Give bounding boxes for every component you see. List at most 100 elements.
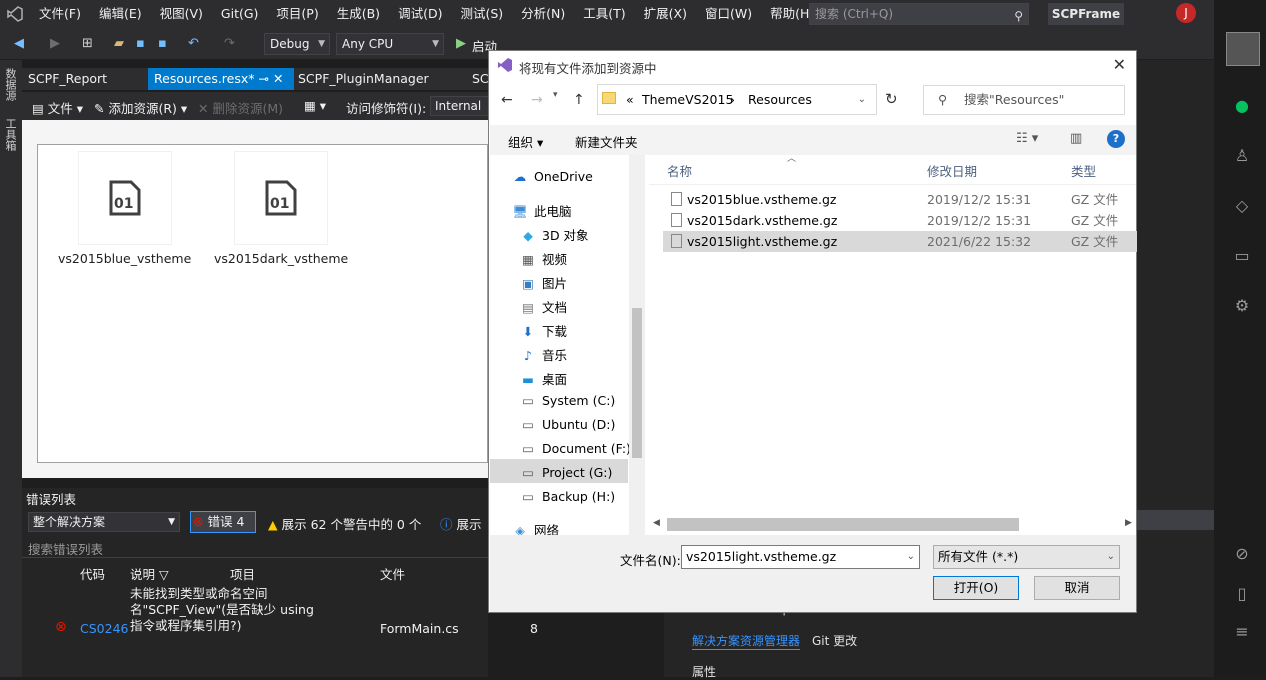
forward-icon[interactable]: → (531, 92, 543, 108)
file-row[interactable]: vs2015dark.vstheme.gz 2019/12/2 15:31 GZ 文… (663, 210, 1137, 231)
menu-build[interactable]: 生成(B) (328, 0, 389, 28)
open-button[interactable]: 打开(O) (933, 576, 1019, 600)
menu-extensions[interactable]: 扩展(X) (635, 0, 696, 28)
nav-3d-objects[interactable]: ◆ 3D 对象 (520, 225, 588, 244)
undo-icon[interactable]: ↶ (188, 36, 199, 51)
refresh-icon[interactable]: ↻ (885, 90, 898, 108)
menu-analyze[interactable]: 分析(N) (512, 0, 574, 28)
error-code[interactable]: CS0246 (80, 621, 128, 637)
back-icon[interactable]: ← (501, 92, 513, 108)
address-bar[interactable]: « ThemeVS2015 › Resources ⌄ (597, 84, 877, 115)
nav-scrollbar[interactable] (629, 155, 645, 535)
menu-project[interactable]: 项目(P) (267, 0, 327, 28)
chevron-down-icon[interactable]: ⌄ (858, 85, 866, 114)
search-input[interactable]: 搜索 (Ctrl+Q) ⚲ (809, 3, 1029, 25)
nav-desktop[interactable]: ▬ 桌面 (520, 369, 567, 388)
tab-plugin-manager[interactable]: SCPF_PluginManager (292, 68, 435, 90)
tab-toolbox[interactable]: 工具箱 (2, 118, 18, 151)
nav-scrollbar-thumb[interactable] (632, 308, 642, 458)
filter-select[interactable]: 所有文件 (*.*) ⌄ (933, 545, 1120, 569)
new-folder-button[interactable]: 新建文件夹 (575, 132, 638, 151)
menu-window[interactable]: 窗口(W) (696, 0, 761, 28)
tab-solution-explorer[interactable]: 解决方案资源管理器 (692, 632, 801, 650)
redo-icon[interactable]: ↷ (224, 36, 235, 51)
up-icon[interactable]: ↑ (573, 92, 585, 108)
col-type[interactable]: 类型 (1071, 161, 1096, 180)
open-icon[interactable]: ▰ (114, 36, 124, 51)
scope-select[interactable]: 整个解决方案 ▼ (28, 512, 180, 532)
nav-drive-d[interactable]: ▭ Ubuntu (D:) (520, 417, 615, 432)
close-icon[interactable]: ✕ (273, 71, 283, 86)
folder-icon[interactable]: ▭ (1232, 246, 1252, 266)
scroll-left-icon[interactable]: ◀ (653, 518, 660, 528)
nav-onedrive[interactable]: ☁ OneDrive (512, 169, 593, 184)
add-resource-button[interactable]: ✎ 添加资源(R) ▾ (94, 98, 187, 117)
phone-icon[interactable]: ▯ (1232, 584, 1252, 604)
view-menu-button[interactable]: ▦ ▾ (304, 98, 326, 113)
file-row-selected[interactable]: vs2015light.vstheme.gz 2021/6/22 15:32 GZ … (663, 231, 1137, 252)
warnings-filter-button[interactable]: ▲ 展示 62 个警告中的 0 个 (268, 514, 421, 533)
delete-resource-button[interactable]: ✕ 删除资源(M) (198, 98, 283, 117)
help-icon[interactable]: ? (1107, 130, 1125, 148)
messages-filter-button[interactable]: ⓘ 展示 (440, 514, 482, 533)
col-date[interactable]: 修改日期 (927, 161, 977, 180)
nav-documents[interactable]: ▤ 文档 (520, 297, 567, 316)
user-icon[interactable]: ♙ (1232, 146, 1252, 166)
col-project[interactable]: 项目 (230, 564, 255, 583)
cube-icon[interactable]: ◇ (1232, 196, 1252, 216)
profile-image[interactable] (1226, 32, 1260, 66)
cancel-button[interactable]: 取消 (1034, 576, 1120, 600)
chat-icon[interactable]: ● (1232, 96, 1252, 116)
menu-debug[interactable]: 调试(D) (389, 0, 451, 28)
back-icon[interactable]: ◀ (14, 36, 24, 51)
link-icon[interactable]: ⊘ (1232, 544, 1252, 564)
nav-pictures[interactable]: ▣ 图片 (520, 273, 567, 292)
menu-tools[interactable]: 工具(T) (574, 0, 634, 28)
view-options-icon[interactable]: ☷ ▾ (1016, 131, 1038, 146)
menu-test[interactable]: 测试(S) (451, 0, 512, 28)
nav-drive-g[interactable]: ▭ Project (G:) (520, 465, 612, 480)
table-row[interactable]: ⊗ CS0246 未能找到类型或命名空间名"SCPF_View"(是否缺少 us… (22, 582, 538, 677)
pin-icon[interactable]: ⊸ (259, 71, 269, 86)
preview-pane-icon[interactable]: ▥ (1070, 131, 1082, 146)
avatar[interactable]: J (1176, 3, 1196, 23)
col-name[interactable]: 名称 (667, 161, 692, 180)
menu-icon[interactable]: ≡ (1232, 622, 1252, 642)
breadcrumb-item[interactable]: ThemeVS2015 (642, 85, 733, 114)
nav-this-pc[interactable]: 🖥 此电脑 (512, 201, 571, 220)
nav-downloads[interactable]: ⬇ 下载 (520, 321, 567, 340)
col-description[interactable]: 说明 ▽ (130, 564, 169, 583)
chevron-down-icon[interactable]: ▾ (553, 90, 558, 100)
menu-git[interactable]: Git(G) (212, 0, 268, 28)
errors-filter-button[interactable]: ⊗ 错误 4 (190, 511, 256, 533)
menu-file[interactable]: 文件(F) (30, 0, 90, 28)
nav-videos[interactable]: ▦ 视频 (520, 249, 567, 268)
dialog-search-input[interactable]: ⚲ 搜索"Resources" (923, 85, 1125, 115)
tab-scpf-report[interactable]: SCPF_Report (22, 68, 113, 90)
config-select[interactable]: Debug ▼ (264, 33, 330, 55)
start-icon[interactable]: ▶ (456, 36, 466, 51)
tab-resources[interactable]: Resources.resx* ⊸ ✕ (148, 68, 294, 90)
filename-input[interactable]: vs2015light.vstheme.gz ⌄ (681, 545, 920, 569)
resource-item-icon[interactable]: 01 (78, 151, 172, 245)
nav-drive-h[interactable]: ▭ Backup (H:) (520, 489, 615, 504)
menu-edit[interactable]: 编辑(E) (90, 0, 151, 28)
h-scrollbar-thumb[interactable] (667, 518, 1019, 531)
platform-select[interactable]: Any CPU ▼ (336, 33, 444, 55)
access-modifier-select[interactable]: Internal (430, 96, 490, 116)
new-project-icon[interactable]: ⊞ (82, 36, 93, 51)
col-file[interactable]: 文件 (380, 564, 405, 583)
close-icon[interactable]: ✕ (1113, 55, 1126, 74)
save-all-icon[interactable]: ▪ (158, 36, 167, 51)
tab-git-changes[interactable]: Git 更改 (812, 632, 857, 649)
col-code[interactable]: 代码 (80, 564, 105, 583)
settings-icon[interactable]: ⚙ (1232, 296, 1252, 316)
menu-view[interactable]: 视图(V) (151, 0, 212, 28)
scroll-right-icon[interactable]: ▶ (1125, 518, 1132, 528)
organize-button[interactable]: 组织 ▾ (508, 132, 543, 151)
save-icon[interactable]: ▪ (136, 36, 145, 51)
forward-icon[interactable]: ▶ (50, 36, 60, 51)
breadcrumb-item[interactable]: Resources (748, 85, 812, 114)
tab-data-sources[interactable]: 数据源 (2, 68, 18, 101)
nav-drive-c[interactable]: ▭ System (C:) (520, 393, 615, 408)
